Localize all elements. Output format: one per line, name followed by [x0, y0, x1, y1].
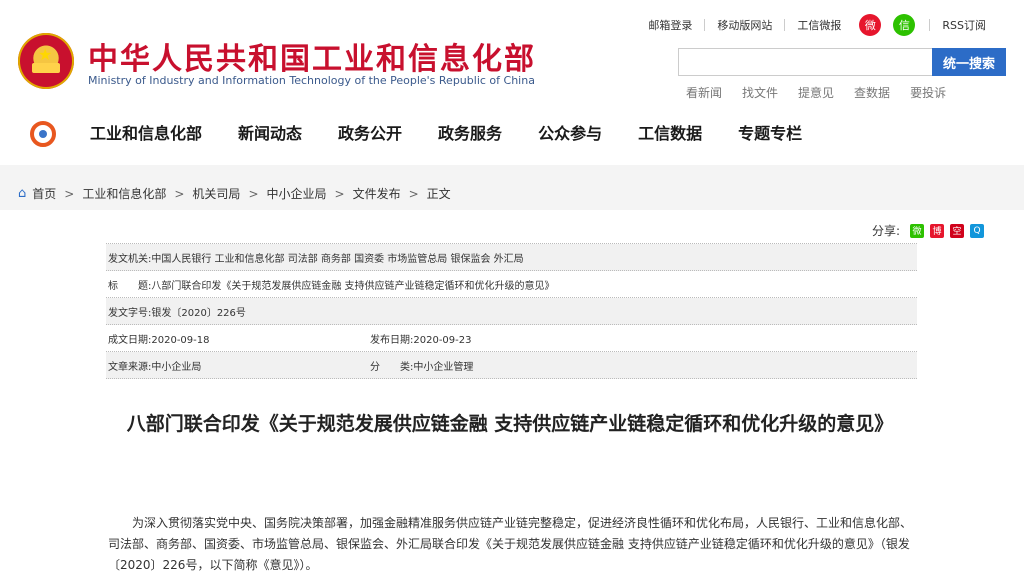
nav-item-services[interactable]: 政务服务 [438, 120, 502, 144]
national-emblem-icon: ★ [18, 33, 74, 89]
breadcrumb-miit[interactable]: 工业和信息化部 [82, 185, 166, 202]
meta-created: 成文日期:2020-09-18 [108, 331, 370, 346]
breadcrumb-doc-release[interactable]: 文件发布 [353, 185, 401, 202]
meta-label: 文章来源: [108, 361, 152, 373]
breadcrumb-separator: > [408, 186, 419, 201]
nav-item-miit[interactable]: 工业和信息化部 [90, 120, 202, 144]
meta-row-source: 文章来源:中小企业局 分 类:中小企业管理 [106, 352, 917, 379]
quick-links: 看新闻 找文件 提意见 查数据 要投诉 [686, 84, 966, 101]
meta-row-doc-no: 发文字号: 银发〔2020〕226号 [106, 298, 917, 325]
meta-label: 分 类: [370, 361, 414, 373]
site-header: ★ 中华人民共和国工业和信息化部 Ministry of Industry an… [0, 0, 1024, 165]
quick-link-news[interactable]: 看新闻 [686, 84, 722, 101]
meta-row-issuer: 发文机关: 中国人民银行 工业和信息化部 司法部 商务部 国资委 市场监管总局 … [106, 244, 917, 271]
breadcrumb-home[interactable]: 首页 [32, 185, 56, 202]
meta-issuer: 中国人民银行 工业和信息化部 司法部 商务部 国资委 市场监管总局 银保监会 外… [151, 253, 524, 265]
search-input[interactable] [678, 48, 932, 76]
article-title: 八部门联合印发《关于规范发展供应链金融 支持供应链产业链稳定循环和优化升级的意见… [126, 413, 894, 435]
share-label: 分享: [872, 224, 901, 238]
weibao-link[interactable]: 工信微报 [785, 17, 853, 33]
wechat-share-icon[interactable]: 微 [910, 223, 925, 238]
search-button[interactable]: 统一搜索 [932, 48, 1006, 76]
home-icon: ⌂ [18, 186, 27, 201]
meta-label: 发文机关: [108, 253, 152, 265]
quick-link-complaint[interactable]: 要投诉 [910, 84, 946, 101]
breadcrumb: ⌂ 首页 > 工业和信息化部 > 机关司局 > 中小企业局 > 文件发布 > 正… [18, 185, 451, 202]
quick-link-files[interactable]: 找文件 [742, 84, 778, 101]
breadcrumb-separator: > [334, 186, 345, 201]
meta-row-title: 标 题: 八部门联合印发《关于规范发展供应链金融 支持供应链产业链稳定循环和优化… [106, 271, 917, 298]
nav-item-topics[interactable]: 专题专栏 [738, 120, 802, 144]
article-paragraph: 为深入贯彻落实党中央、国务院决策部署，加强金融精准服务供应链产业链完整稳定，促进… [108, 516, 913, 572]
breadcrumb-separator: > [174, 186, 185, 201]
breadcrumb-current: 正文 [426, 187, 451, 201]
wechat-icon[interactable]: 信 [893, 14, 916, 36]
breadcrumb-separator: > [64, 186, 75, 201]
breadcrumb-departments[interactable]: 机关司局 [192, 185, 240, 202]
mobile-site-link[interactable]: 移动版网站 [705, 17, 784, 33]
weibo-icon[interactable]: 微 [859, 14, 882, 36]
site-name-en: Ministry of Industry and Information Tec… [88, 74, 535, 87]
nav-item-news[interactable]: 新闻动态 [238, 120, 302, 144]
meta-doc-no: 银发〔2020〕226号 [151, 307, 246, 319]
share-bar: 分享: 微 博 空 Q [872, 222, 985, 239]
meta-label: 标 题: [108, 280, 152, 292]
quick-link-data[interactable]: 查数据 [854, 84, 890, 101]
meta-title: 八部门联合印发《关于规范发展供应链金融 支持供应链产业链稳定循环和优化升级的意见… [151, 280, 555, 292]
meta-category-value: 中小企业管理 [413, 361, 474, 373]
meta-label: 成文日期: [108, 334, 152, 346]
meta-source: 文章来源:中小企业局 [108, 358, 370, 373]
meta-label: 发文字号: [108, 307, 152, 319]
main-nav: 工业和信息化部 新闻动态 政务公开 政务服务 公众参与 工信数据 专题专栏 [90, 120, 838, 144]
quick-link-feedback[interactable]: 提意见 [798, 84, 834, 101]
nav-logo-icon[interactable] [30, 121, 56, 147]
document-meta-table: 发文机关: 中国人民银行 工业和信息化部 司法部 商务部 国资委 市场监管总局 … [106, 243, 917, 379]
meta-published: 发布日期:2020-09-23 [370, 331, 472, 346]
meta-category: 分 类:中小企业管理 [370, 358, 473, 373]
email-login-link[interactable]: 邮箱登录 [636, 17, 704, 33]
meta-row-dates: 成文日期:2020-09-18 发布日期:2020-09-23 [106, 325, 917, 352]
qzone-share-icon[interactable]: 空 [950, 223, 965, 238]
breadcrumb-sme-bureau[interactable]: 中小企业局 [267, 185, 327, 202]
site-name-cn[interactable]: 中华人民共和国工业和信息化部 [88, 34, 536, 78]
rss-link[interactable]: RSS订阅 [930, 17, 998, 33]
nav-item-data[interactable]: 工信数据 [638, 120, 702, 144]
meta-published-value: 2020-09-23 [413, 334, 472, 346]
breadcrumb-separator: > [248, 186, 259, 201]
meta-created-value: 2020-09-18 [151, 334, 210, 346]
top-links: 邮箱登录 移动版网站 工信微报 微 信 RSS订阅 [636, 14, 998, 36]
meta-label: 发布日期: [370, 334, 414, 346]
meta-source-value: 中小企业局 [151, 361, 202, 373]
qq-share-icon[interactable]: Q [970, 223, 985, 238]
weibo-share-icon[interactable]: 博 [930, 223, 945, 238]
nav-item-gov-affairs[interactable]: 政务公开 [338, 120, 402, 144]
nav-item-participation[interactable]: 公众参与 [538, 120, 602, 144]
